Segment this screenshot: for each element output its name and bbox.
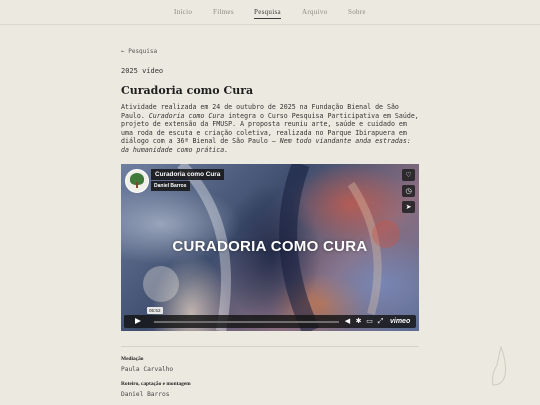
video-player[interactable]: Curadoria como Cura Daniel Barros ♡ ◷ ➤ … (121, 164, 419, 331)
video-overlay-title: CURADORIA COMO CURA (172, 238, 368, 255)
volume-icon[interactable]: ◀ (343, 317, 352, 326)
pip-icon[interactable]: ▭ (365, 317, 374, 326)
send-icon[interactable]: ➤ (402, 201, 415, 213)
nav-item-inicio[interactable]: Início (174, 8, 192, 16)
back-link[interactable]: ← Pesquisa (121, 48, 157, 55)
nav-item-pesquisa[interactable]: Pesquisa (254, 8, 281, 19)
credit-value-script: Daniel Barros (121, 391, 170, 398)
credit-value-mediation: Paula Carvalho (121, 366, 174, 373)
description-emphasis-1: Curadoria como Cura (148, 111, 225, 120)
post-meta: 2025 vídeo (121, 67, 164, 75)
vimeo-logo[interactable]: vimeo (390, 317, 410, 326)
settings-icon[interactable]: ✱ (354, 317, 363, 326)
credit-label-mediation: Mediação (121, 356, 144, 362)
divider (121, 346, 419, 347)
nav-item-filmes[interactable]: Filmes (213, 8, 234, 16)
time-badge: 05:52 (147, 307, 163, 314)
fullscreen-icon[interactable]: ⤢ (376, 317, 385, 326)
play-icon[interactable] (129, 317, 147, 326)
video-author[interactable]: Daniel Barros (151, 181, 190, 191)
decorative-sketch (492, 345, 506, 386)
nav-item-arquivo[interactable]: Arquivo (302, 8, 327, 16)
clock-icon[interactable]: ◷ (402, 185, 415, 197)
page-title: Curadoria como Cura (121, 84, 254, 97)
credit-label-script: Roteiro, captação e montagem (121, 381, 191, 387)
heart-icon[interactable]: ♡ (402, 169, 415, 181)
progress-bar[interactable] (154, 321, 339, 323)
channel-logo[interactable] (125, 169, 149, 193)
player-controls: ◀ ✱ ▭ ⤢ vimeo (124, 315, 416, 328)
top-nav: Início Filmes Pesquisa Arquivo Sobre (0, 0, 540, 25)
video-title[interactable]: Curadoria como Cura (151, 169, 225, 180)
description: Atividade realizada em 24 de outubro de … (121, 103, 421, 155)
nav-item-sobre[interactable]: Sobre (348, 8, 366, 16)
